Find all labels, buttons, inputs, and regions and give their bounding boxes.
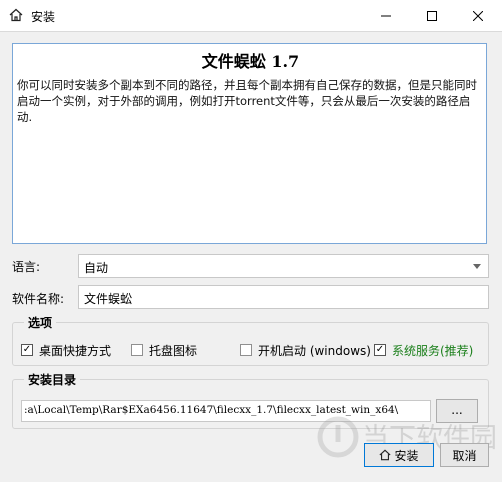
checkbox-label: 托盘图标 — [149, 343, 198, 358]
info-panel: 文件蜈蚣 1.7 你可以同时安装多个副本到不同的路径，并且每个副本拥有自己保存的… — [12, 43, 487, 244]
cancel-button[interactable]: 取消 — [440, 443, 489, 467]
close-button[interactable] — [455, 0, 501, 31]
install-dir-group-title: 安装目录 — [24, 371, 81, 388]
close-icon — [473, 10, 483, 21]
checkbox-box — [240, 344, 252, 356]
maximize-button[interactable] — [409, 0, 455, 31]
system-service-checkbox[interactable]: ✓ 系统服务(推荐) — [374, 342, 473, 358]
maximize-icon — [427, 10, 437, 21]
checkmark-icon: ✓ — [374, 344, 386, 356]
minimize-button[interactable] — [363, 0, 409, 31]
tray-icon-checkbox[interactable]: 托盘图标 — [131, 342, 197, 358]
software-name-label: 软件名称: — [12, 292, 65, 306]
language-label: 语言: — [12, 260, 41, 274]
language-selected-value: 自动 — [84, 261, 109, 275]
cancel-button-label: 取消 — [452, 448, 477, 463]
software-name-input[interactable]: 文件蜈蚣 — [78, 285, 489, 309]
checkbox-label: 开机启动 (windows) — [258, 343, 371, 358]
checkmark-icon: ✓ — [21, 344, 33, 356]
chevron-down-icon — [473, 264, 481, 269]
options-group-title: 选项 — [24, 314, 57, 331]
autostart-checkbox[interactable]: 开机启动 (windows) — [240, 342, 371, 358]
home-icon — [379, 449, 392, 461]
info-heading: 文件蜈蚣 1.7 — [201, 52, 300, 71]
title-bar: 安装 — [0, 0, 502, 32]
checkbox-label: 系统服务(推荐) — [392, 343, 474, 358]
install-button-label: 安装 — [394, 448, 419, 463]
install-path-input[interactable]: :a\Local\Temp\Rar$EXa6456.11647\filecxx_… — [21, 400, 431, 422]
checkbox-box — [131, 344, 143, 356]
window-title: 安装 — [31, 10, 56, 24]
install-path-value: :a\Local\Temp\Rar$EXa6456.11647\filecxx_… — [24, 404, 399, 416]
language-select[interactable]: 自动 — [78, 254, 489, 278]
checkbox-label: 桌面快捷方式 — [39, 343, 112, 358]
minimize-icon — [381, 15, 391, 16]
software-name-value: 文件蜈蚣 — [84, 292, 133, 306]
info-description: 你可以同时安装多个副本到不同的路径，并且每个副本拥有自己保存的数据，但是只能同时… — [17, 78, 477, 124]
desktop-shortcut-checkbox[interactable]: ✓ 桌面快捷方式 — [21, 342, 111, 358]
install-button[interactable]: 安装 — [364, 443, 434, 467]
browse-button[interactable]: ... — [436, 399, 478, 423]
home-icon — [9, 8, 23, 22]
